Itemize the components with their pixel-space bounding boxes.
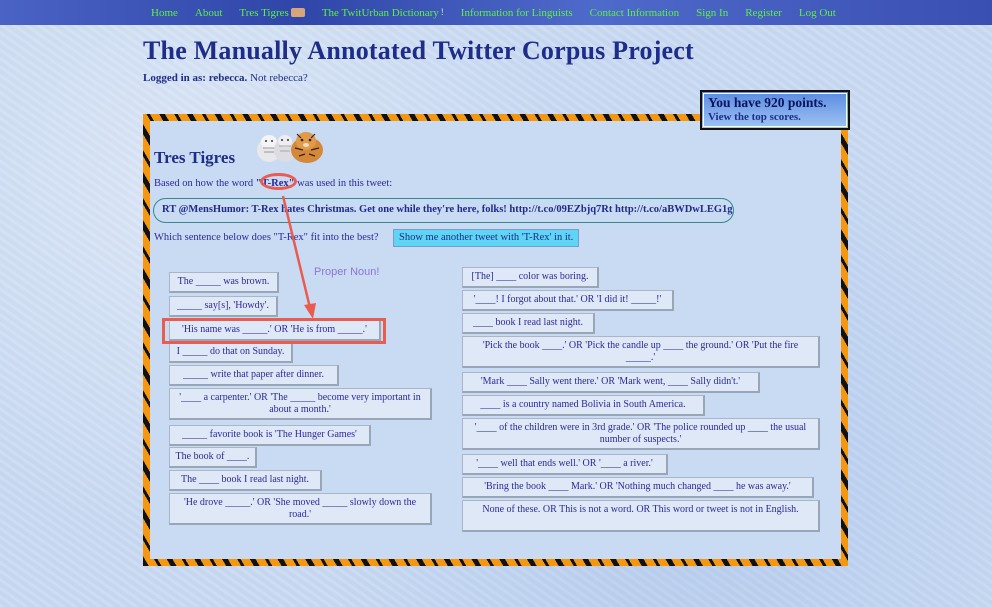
nav-contact[interactable]: Contact Information (590, 7, 680, 19)
tigers-image (257, 132, 323, 163)
based-prefix: Based on how the word (154, 178, 256, 189)
option-button[interactable]: 'Pick the book ____.' OR 'Pick the candl… (462, 336, 820, 368)
option-button[interactable]: None of these. OR This is not a word. OR… (462, 500, 820, 532)
show-another-tweet-button[interactable]: Show me another tweet with 'T-Rex' in it… (393, 229, 580, 247)
nav-linguists[interactable]: Information for Linguists (461, 7, 573, 19)
nav-home[interactable]: Home (151, 7, 178, 19)
tweet-box: RT @MensHumor: T-Rex hates Christmas. Ge… (153, 198, 734, 223)
nav-register[interactable]: Register (745, 7, 782, 19)
annotation-circle (260, 173, 297, 190)
tiger-icon (290, 8, 305, 18)
nav-tres-tigres-label: Tres Tigres (239, 6, 289, 19)
top-nav: Home About Tres Tigres The TwitUrban Dic… (0, 0, 992, 25)
option-button[interactable]: The book of ____. (169, 447, 257, 468)
annotation-label: Proper Noun! (314, 266, 380, 278)
option-button[interactable]: The ____ book I read last night. (169, 470, 322, 491)
nav-tres-tigres[interactable]: Tres Tigres (239, 6, 305, 19)
not-user-link[interactable]: Not rebecca? (250, 72, 308, 84)
question-text: Which sentence below does "T-Rex" fit in… (154, 232, 379, 243)
option-button[interactable]: [The] ____ color was boring. (462, 267, 599, 288)
option-button[interactable]: _____ favorite book is 'The Hunger Games… (169, 425, 371, 446)
option-button[interactable]: '____ of the children were in 3rd grade.… (462, 418, 820, 450)
option-button[interactable]: '____! I forgot about that.' OR 'I did i… (462, 290, 674, 311)
nav-dictionary-label: The TwitUrban Dictionary (321, 6, 439, 19)
option-button[interactable]: _____ write that paper after dinner. (169, 365, 339, 386)
nav-log-out[interactable]: Log Out (799, 7, 836, 19)
option-button[interactable]: ____ is a country named Bolivia in South… (462, 395, 705, 416)
nav-twiturban-dictionary[interactable]: The TwitUrban Dictionary! (322, 7, 444, 19)
nav-about[interactable]: About (195, 7, 223, 19)
option-button[interactable]: ____ book I read last night. (462, 313, 595, 334)
annotation-highlight (162, 318, 386, 344)
page-title: The Manually Annotated Twitter Corpus Pr… (143, 36, 694, 65)
points-text: You have 920 points. (708, 95, 827, 110)
login-prefix: Logged in as: (143, 72, 206, 84)
points-box: You have 920 points. View the top scores… (700, 90, 850, 130)
option-button[interactable]: '____ well that ends well.' OR '____ a r… (462, 454, 668, 475)
option-button[interactable]: '____ a carpenter.' OR 'The _____ become… (169, 388, 432, 420)
top-scores-link[interactable]: View the top scores. (708, 111, 842, 123)
option-button[interactable]: The _____ was brown. (169, 272, 279, 293)
login-status: Logged in as: rebecca. Not rebecca? (143, 72, 308, 84)
game-title: Tres Tigres (154, 148, 236, 167)
login-username: rebecca. (208, 72, 248, 84)
option-button[interactable]: 'He drove _____.' OR 'She moved _____ sl… (169, 493, 432, 525)
option-button[interactable]: _____ say[s], 'Howdy'. (169, 296, 278, 317)
based-suffix: was used in this tweet: (294, 178, 393, 189)
exclamation-icon: ! (440, 6, 444, 17)
option-button[interactable]: 'Mark ____ Sally went there.' OR 'Mark w… (462, 372, 760, 393)
option-button[interactable]: I _____ do that on Sunday. (169, 342, 293, 363)
option-button[interactable]: 'Bring the book ____ Mark.' OR 'Nothing … (462, 477, 814, 498)
nav-sign-in[interactable]: Sign In (696, 7, 728, 19)
